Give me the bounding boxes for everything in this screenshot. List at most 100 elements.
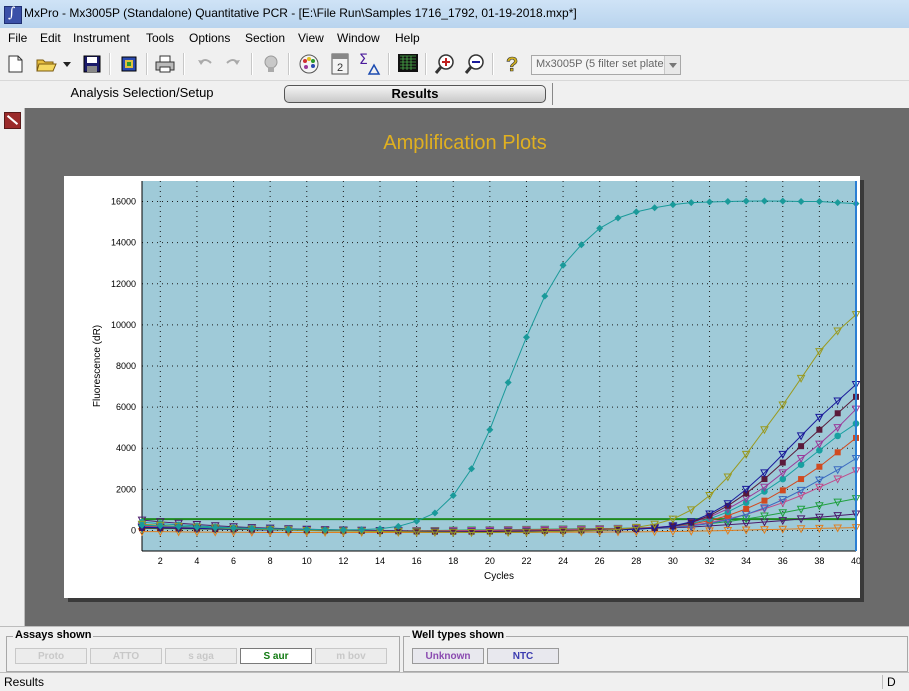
x-tick-label: 38 (814, 556, 824, 566)
toolbar-separator (109, 53, 111, 75)
toolbar-separator (425, 53, 427, 75)
menu-file[interactable]: File (8, 31, 27, 45)
plot-title: Amplification Plots (383, 132, 547, 154)
menu-section[interactable]: Section (245, 31, 285, 45)
assays-shown-legend: Assays shown (13, 629, 94, 641)
y-axis-label: Fluorescence (dR) (92, 325, 103, 407)
export-icon[interactable] (117, 52, 141, 76)
save-icon[interactable] (80, 52, 104, 76)
help-icon[interactable]: ? (500, 52, 524, 76)
assay-button-s-aga[interactable]: s aga (165, 648, 237, 664)
x-tick-label: 8 (268, 556, 273, 566)
x-tick-label: 4 (194, 556, 199, 566)
assay-button-proto[interactable]: Proto (15, 648, 87, 664)
assays-shown-group: Assays shown Proto ATTO s aga S aur m bo… (6, 629, 400, 672)
menu-instrument[interactable]: Instrument (73, 31, 130, 45)
data-point (779, 487, 786, 494)
x-tick-label: 40 (851, 556, 860, 566)
y-tick-label: 8000 (116, 361, 136, 371)
well-type-unknown-button[interactable]: Unknown (412, 648, 484, 664)
x-tick-label: 6 (231, 556, 236, 566)
data-point (816, 426, 823, 433)
data-point (798, 476, 805, 483)
well-type-ntc-button[interactable]: NTC (487, 648, 559, 664)
well-types-legend: Well types shown (410, 629, 507, 641)
palette-icon[interactable] (297, 52, 321, 76)
tab-results[interactable]: Results (284, 85, 546, 103)
x-tick-label: 12 (338, 556, 348, 566)
menu-bar: File Edit Instrument Tools Options Secti… (0, 28, 909, 48)
app-icon (4, 5, 22, 24)
x-tick-label: 30 (668, 556, 678, 566)
zoom-out-icon[interactable] (463, 52, 487, 76)
undo-icon[interactable] (193, 52, 217, 76)
data-point (743, 505, 750, 512)
y-tick-label: 16000 (111, 197, 136, 207)
data-point (834, 432, 841, 440)
menu-help[interactable]: Help (395, 31, 420, 45)
left-tool-strip (0, 108, 25, 626)
zoom-in-icon[interactable] (433, 52, 457, 76)
x-tick-label: 18 (448, 556, 458, 566)
status-bar: Results D (0, 672, 909, 691)
y-tick-label: 14000 (111, 238, 136, 248)
grid-icon[interactable] (396, 52, 420, 76)
assay-button-m-bov[interactable]: m bov (315, 648, 387, 664)
y-tick-label: 4000 (116, 443, 136, 453)
menu-view[interactable]: View (298, 31, 324, 45)
x-tick-label: 26 (595, 556, 605, 566)
tab-analysis-selection[interactable]: Analysis Selection/Setup (8, 84, 276, 102)
data-point (779, 459, 786, 466)
section-tab-row: Analysis Selection/Setup Results (0, 81, 909, 109)
x-tick-label: 14 (375, 556, 385, 566)
x-tick-label: 22 (521, 556, 531, 566)
status-indicator: D (882, 675, 909, 689)
x-tick-label: 24 (558, 556, 568, 566)
chevron-down-icon[interactable] (664, 56, 680, 74)
y-tick-label: 6000 (116, 402, 136, 412)
x-tick-label: 20 (485, 556, 495, 566)
instrument-select[interactable]: Mx3005P (5 filter set plate) (531, 55, 681, 75)
toolbar-separator (146, 53, 148, 75)
page-number-icon[interactable]: 2 (328, 52, 352, 76)
menu-edit[interactable]: Edit (40, 31, 61, 45)
menu-tools[interactable]: Tools (146, 31, 174, 45)
new-file-icon[interactable] (3, 52, 27, 76)
page-number-label: 2 (337, 62, 343, 74)
x-tick-label: 16 (412, 556, 422, 566)
toolbar-separator (183, 53, 185, 75)
x-tick-label: 32 (705, 556, 715, 566)
y-tick-label: 2000 (116, 484, 136, 494)
x-tick-label: 2 (158, 556, 163, 566)
amplification-chart[interactable]: 2 4 6 8 10 12 14 16 18 20 22 24 26 28 30 32 34 36 38 400200… (64, 176, 860, 598)
menu-window[interactable]: Window (337, 31, 380, 45)
amplification-plot-panel: 2 4 6 8 10 12 14 16 18 20 22 24 26 28 30 32 34 36 38 40 0 200… (64, 176, 860, 598)
y-tick-label: 0 (131, 525, 136, 535)
pane-toggle-icon[interactable] (4, 112, 21, 129)
data-point (761, 497, 768, 504)
x-axis-label: Cycles (484, 571, 514, 582)
toolbar-separator (388, 53, 390, 75)
print-icon[interactable] (153, 52, 177, 76)
y-tick-label: 12000 (111, 279, 136, 289)
toolbar-separator (492, 53, 494, 75)
x-tick-label: 34 (741, 556, 751, 566)
toolbar: 2 Σ ? (0, 48, 909, 81)
title-bar: MxPro - Mx3005P (Standalone) Quantitativ… (0, 0, 909, 29)
assay-button-atto[interactable]: ATTO (90, 648, 162, 664)
lightbulb-icon[interactable] (259, 52, 283, 76)
window-title: MxPro - Mx3005P (Standalone) Quantitativ… (24, 6, 577, 20)
filter-bar: Assays shown Proto ATTO s aga S aur m bo… (0, 626, 909, 673)
data-point (798, 443, 805, 450)
assay-button-s-aur[interactable]: S aur (240, 648, 312, 664)
open-folder-icon[interactable] (34, 52, 58, 76)
toolbar-separator (288, 53, 290, 75)
sigma-delta-icon[interactable]: Σ (357, 52, 381, 76)
x-tick-label: 28 (631, 556, 641, 566)
dropdown-arrow-icon[interactable] (60, 52, 74, 76)
redo-icon[interactable] (221, 52, 245, 76)
data-point (834, 449, 841, 456)
x-tick-label: 10 (302, 556, 312, 566)
well-types-group: Well types shown Unknown NTC (403, 629, 908, 672)
menu-options[interactable]: Options (189, 31, 230, 45)
